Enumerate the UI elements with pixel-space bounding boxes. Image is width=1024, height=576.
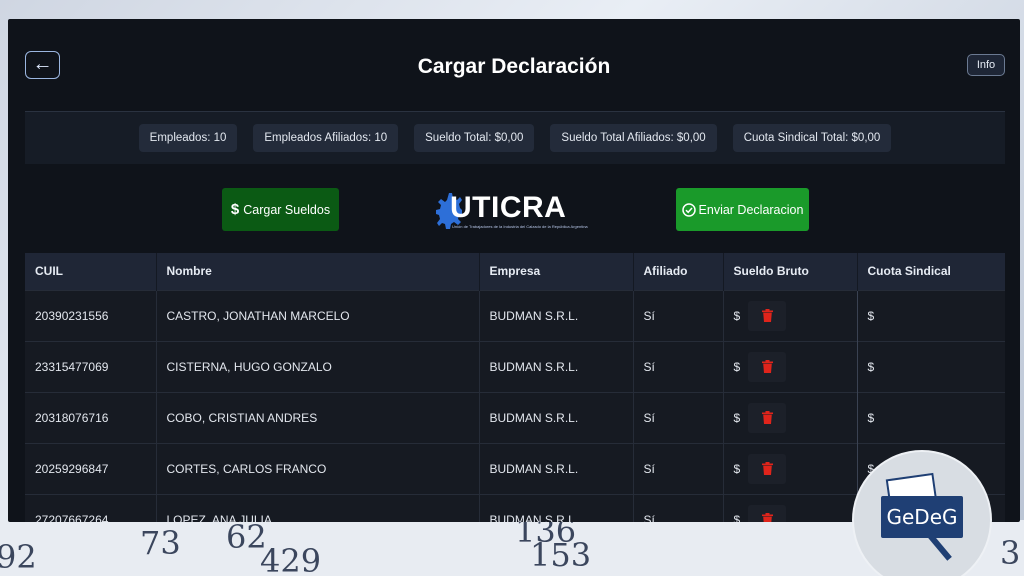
table-row: 20259296847 CORTES, CARLOS FRANCO BUDMAN… (25, 442, 1005, 494)
check-circle-icon (681, 202, 696, 217)
cell-nombre: COBO, CRISTIAN ANDRES (156, 391, 480, 443)
cell-afiliado: Sí (633, 289, 724, 341)
cell-afiliado: Sí (633, 340, 724, 392)
uticra-logo: UTICRA Unión de Trabajadores de la Indus… (436, 189, 588, 233)
delete-button[interactable] (748, 300, 787, 331)
cell-cuil: 23315477069 (25, 340, 157, 392)
cell-cuil: 20390231556 (25, 289, 157, 341)
stat-sueldo-total: Sueldo Total: $0,00 (414, 124, 535, 152)
trash-icon (761, 360, 773, 373)
table-header-row: CUIL Nombre Empresa Afiliado Sueldo Brut… (25, 253, 1005, 290)
cell-cuota-sindical: $ (857, 289, 1005, 341)
column-header-nombre: Nombre (156, 253, 480, 290)
sueldo-input[interactable]: $ (734, 513, 741, 522)
column-header-empresa: Empresa (479, 253, 634, 290)
cell-nombre: CORTES, CARLOS FRANCO (156, 442, 480, 494)
page-title: Cargar Declaración (417, 55, 611, 78)
table-row: 20318076716 COBO, CRISTIAN ANDRES BUDMAN… (25, 391, 1005, 443)
logo-subtitle: Unión de Trabajadores de la Industria de… (452, 224, 588, 229)
enviar-declaracion-button[interactable]: Enviar Declaracion (676, 188, 809, 231)
table-row: 23315477069 CISTERNA, HUGO GONZALO BUDMA… (25, 340, 1005, 392)
sueldo-input[interactable]: $ (734, 462, 741, 476)
table-row: 20390231556 CASTRO, JONATHAN MARCELO BUD… (25, 289, 1005, 341)
sueldo-input[interactable]: $ (734, 360, 741, 374)
column-header-cuota-sindical: Cuota Sindical (857, 253, 1005, 290)
cargar-sueldos-button[interactable]: $ Cargar Sueldos (222, 188, 339, 231)
cell-nombre: CASTRO, JONATHAN MARCELO (156, 289, 480, 341)
info-button[interactable]: Info (967, 54, 1005, 76)
app-window: ← Cargar Declaración Info Empleados: 10 … (8, 19, 1020, 522)
cell-sueldo-bruto: $ (722, 391, 858, 443)
bg-number: 3 (1000, 534, 1021, 572)
cell-sueldo-bruto: $ (722, 340, 858, 392)
badge-label: GeDeG (881, 496, 963, 538)
trash-icon (761, 411, 773, 424)
dollar-icon: $ (230, 201, 240, 218)
bg-number: 429 (260, 542, 322, 576)
trash-icon (761, 513, 773, 522)
cell-sueldo-bruto: $ (722, 289, 858, 341)
cell-nombre: CISTERNA, HUGO GONZALO (156, 340, 480, 392)
cell-sueldo-bruto: $ (722, 493, 858, 522)
delete-button[interactable] (748, 351, 787, 382)
cell-empresa: BUDMAN S.R.L. (479, 340, 634, 392)
cell-cuil: 20259296847 (25, 442, 157, 494)
bg-number: 73 (140, 524, 181, 562)
cell-nombre: LOPEZ, ANA JULIA (156, 493, 480, 522)
cell-afiliado: Sí (633, 442, 724, 494)
employees-table: CUIL Nombre Empresa Afiliado Sueldo Brut… (25, 253, 1005, 522)
cell-empresa: BUDMAN S.R.L. (479, 493, 634, 522)
cargar-sueldos-label: Cargar Sueldos (243, 202, 331, 217)
cell-cuil: 27207667264 (25, 493, 157, 522)
cell-afiliado: Sí (633, 493, 724, 522)
cell-cuota-sindical: $ (857, 340, 1005, 392)
stat-empleados-afiliados: Empleados Afiliados: 10 (253, 124, 399, 152)
trash-icon (761, 309, 773, 322)
column-header-sueldo-bruto: Sueldo Bruto (723, 253, 858, 290)
cell-empresa: BUDMAN S.R.L. (479, 442, 634, 494)
bg-number: 92 (0, 538, 37, 576)
cell-afiliado: Sí (633, 391, 724, 443)
delete-button[interactable] (748, 402, 787, 433)
cell-empresa: BUDMAN S.R.L. (479, 391, 634, 443)
cell-cuota-sindical: $ (857, 391, 1005, 443)
cell-empresa: BUDMAN S.R.L. (479, 289, 634, 341)
stat-cuota-sindical-total: Cuota Sindical Total: $0,00 (732, 124, 892, 152)
stats-bar: Empleados: 10 Empleados Afiliados: 10 Su… (25, 112, 1005, 164)
delete-button[interactable] (748, 504, 787, 522)
sueldo-input[interactable]: $ (734, 309, 741, 323)
column-header-afiliado: Afiliado (633, 253, 724, 290)
cell-cuil: 20318076716 (25, 391, 157, 443)
enviar-declaracion-label: Enviar Declaracion (698, 202, 804, 217)
logo-text: UTICRA (450, 191, 567, 224)
sueldo-input[interactable]: $ (734, 411, 741, 425)
stat-empleados: Empleados: 10 (138, 124, 238, 152)
column-header-cuil: CUIL (25, 253, 157, 290)
delete-button[interactable] (748, 453, 787, 484)
stat-sueldo-total-afiliados: Sueldo Total Afiliados: $0,00 (550, 124, 717, 152)
cell-sueldo-bruto: $ (722, 442, 858, 494)
trash-icon (761, 462, 773, 475)
bg-number: 136 (515, 520, 577, 550)
